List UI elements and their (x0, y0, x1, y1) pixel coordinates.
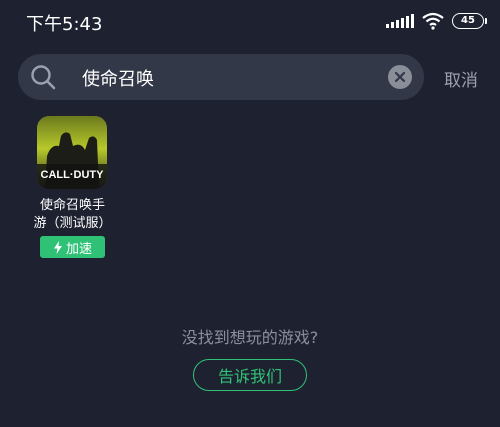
game-name: 使命召唤手 游（测试服） (25, 197, 120, 233)
game-icon-logo: CALL·DUTY (41, 169, 105, 181)
signal-icon (386, 14, 414, 28)
accelerate-label: 加速 (65, 241, 92, 257)
search-value[interactable]: 使命召唤 (82, 65, 154, 91)
search-icon (31, 65, 56, 90)
game-name-line1: 使命召唤手 (39, 198, 105, 213)
search-input[interactable]: 使命召唤 (18, 54, 424, 100)
battery-icon: 45 (452, 13, 487, 29)
not-found-hint: 没找到想玩的游戏? (181, 328, 319, 347)
accelerate-button[interactable]: 加速 (40, 236, 105, 258)
tell-us-button[interactable]: 告诉我们 (193, 359, 307, 391)
clear-icon[interactable] (388, 65, 412, 89)
lightning-icon (53, 240, 62, 254)
status-time: 下午5:43 (26, 14, 103, 35)
game-icon[interactable]: CALL·DUTY (37, 116, 107, 189)
game-name-line2: 游（测试服） (33, 216, 112, 231)
cancel-button[interactable]: 取消 (444, 66, 478, 91)
status-bar: 下午5:43 45 (0, 0, 500, 44)
status-icons: 45 (386, 11, 487, 31)
wifi-icon (422, 12, 444, 30)
